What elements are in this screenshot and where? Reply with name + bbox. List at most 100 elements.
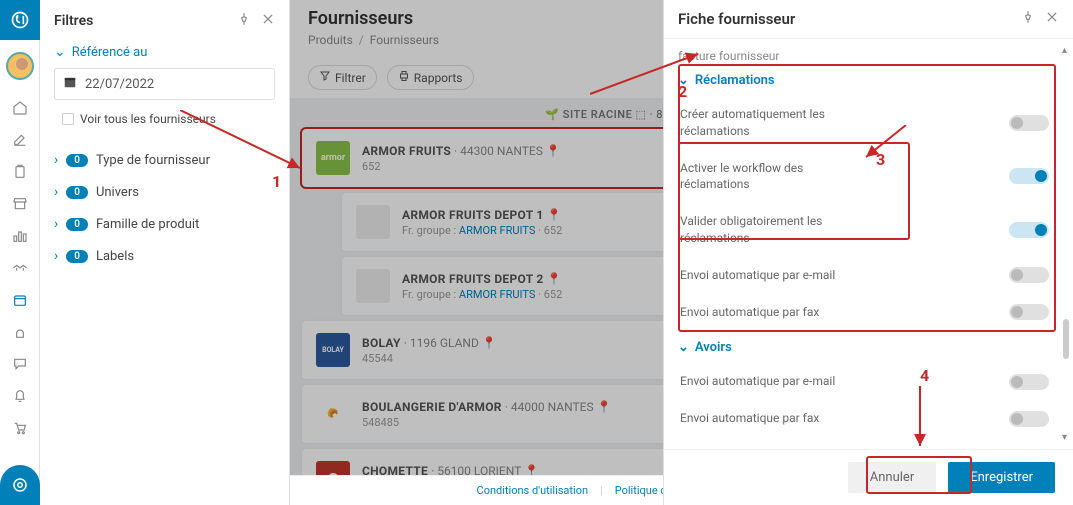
chevron-right-icon: › bbox=[54, 216, 58, 232]
toggle[interactable] bbox=[1009, 222, 1049, 238]
filters-panel: Filtres ⌄ Référencé au 22/07/2022 Voir t… bbox=[40, 0, 290, 505]
footer-terms[interactable]: Conditions d'utilisation bbox=[477, 484, 589, 497]
checkbox-icon bbox=[62, 113, 74, 125]
supplier-name: BOULANGERIE D'ARMOR bbox=[362, 400, 502, 414]
option-row: Créer automatiquement les réclamations bbox=[678, 96, 1051, 150]
filter-button[interactable]: Filtrer bbox=[308, 65, 377, 90]
location-icon: 📍 bbox=[524, 464, 539, 476]
chart-icon[interactable] bbox=[0, 220, 40, 252]
supplier-logo: 🥐 bbox=[316, 397, 350, 431]
section-reclamations[interactable]: ⌄ Réclamations bbox=[678, 73, 1051, 88]
cat-label: Famille de produit bbox=[96, 217, 199, 232]
side-title: Fiche fournisseur bbox=[678, 10, 795, 28]
supplier-name: ARMOR FRUITS DEPOT 1 bbox=[402, 208, 544, 222]
location-icon: 📍 bbox=[547, 272, 562, 286]
option-row: Activer le workflow des réclamations bbox=[678, 150, 1051, 204]
group-prefix: Fr. groupe : bbox=[402, 224, 456, 237]
show-all-checkbox[interactable]: Voir tous les fournisseurs bbox=[62, 112, 275, 126]
supplier-loc: 56100 LORIENT bbox=[437, 464, 521, 476]
supplier-name: BOLAY bbox=[362, 336, 401, 350]
supplier-logo bbox=[356, 269, 390, 303]
avatar[interactable] bbox=[6, 52, 34, 80]
supplier-loc: 44300 NANTES bbox=[460, 144, 543, 158]
referenced-at-label: Référencé au bbox=[72, 45, 148, 60]
chevron-down-icon: ⌄ bbox=[54, 44, 66, 60]
show-all-label: Voir tous les fournisseurs bbox=[80, 112, 216, 126]
scroll-down-icon[interactable]: ▾ bbox=[1062, 432, 1067, 443]
option-label: Envoi automatique par e-mail bbox=[680, 267, 835, 284]
store-icon[interactable] bbox=[0, 188, 40, 220]
toggle[interactable] bbox=[1009, 374, 1049, 390]
chef-icon[interactable] bbox=[0, 316, 40, 348]
option-row: Envoi automatique par e-mail bbox=[678, 363, 1051, 400]
app-logo bbox=[0, 0, 40, 40]
chevron-down-icon: ⌄ bbox=[678, 73, 689, 88]
chevron-down-icon: ⌄ bbox=[678, 340, 689, 355]
option-label: Envoi automatique par fax bbox=[680, 304, 819, 321]
toggle[interactable] bbox=[1009, 411, 1049, 427]
reports-button[interactable]: Rapports bbox=[387, 65, 474, 90]
calendar-icon bbox=[63, 75, 77, 93]
option-row: Envoi automatique par fax bbox=[678, 400, 1051, 437]
count-badge: 0 bbox=[66, 218, 88, 231]
funnel-icon bbox=[319, 70, 331, 85]
supplier-loc: 44000 NANTES bbox=[511, 400, 594, 414]
supplier-name: ARMOR FRUITS bbox=[362, 144, 451, 158]
option-row: Envoi automatique par e-mail bbox=[678, 257, 1051, 294]
home-icon[interactable] bbox=[0, 92, 40, 124]
section-avoirs[interactable]: ⌄ Avoirs bbox=[678, 340, 1051, 355]
filter-cat-labels[interactable]: › 0 Labels bbox=[54, 240, 275, 272]
date-value: 22/07/2022 bbox=[85, 77, 154, 92]
scrollbar[interactable] bbox=[1063, 319, 1069, 359]
filter-cat-type[interactable]: › 0 Type de fournisseur bbox=[54, 144, 275, 176]
filters-title: Filtres bbox=[54, 13, 93, 29]
location-icon: 📍 bbox=[482, 336, 497, 350]
toggle[interactable] bbox=[1009, 168, 1049, 184]
rail-bottom-icon[interactable] bbox=[0, 465, 40, 505]
box-icon[interactable] bbox=[0, 284, 40, 316]
cancel-button[interactable]: Annuler bbox=[848, 462, 936, 493]
toggle[interactable] bbox=[1009, 304, 1049, 320]
cat-label: Univers bbox=[96, 185, 139, 200]
supplier-code: 652 bbox=[544, 288, 563, 301]
handshake-icon[interactable] bbox=[0, 252, 40, 284]
pin-icon[interactable] bbox=[237, 12, 251, 30]
filter-label: Filtrer bbox=[335, 71, 366, 85]
filter-cat-famille[interactable]: › 0 Famille de produit bbox=[54, 208, 275, 240]
location-icon: 📍 bbox=[547, 208, 562, 222]
section-label: Réclamations bbox=[695, 73, 775, 88]
location-icon: 📍 bbox=[597, 400, 612, 414]
chevron-right-icon: › bbox=[54, 184, 58, 200]
crumb-suppliers: Fournisseurs bbox=[370, 33, 439, 47]
print-icon bbox=[398, 70, 410, 85]
cart-icon[interactable] bbox=[0, 412, 40, 444]
clipboard-icon[interactable] bbox=[0, 156, 40, 188]
count-badge: 0 bbox=[66, 154, 88, 167]
prev-section-tail: facture fournisseur bbox=[678, 49, 1051, 63]
option-label: Activer le workflow des réclamations bbox=[680, 160, 860, 194]
pin-icon[interactable] bbox=[1021, 10, 1035, 28]
count-badge: 0 bbox=[66, 250, 88, 263]
toggle[interactable] bbox=[1009, 115, 1049, 131]
filter-section-referenced[interactable]: ⌄ Référencé au bbox=[54, 44, 275, 60]
toggle[interactable] bbox=[1009, 267, 1049, 283]
left-rail bbox=[0, 0, 40, 505]
close-icon[interactable] bbox=[1045, 10, 1059, 28]
save-button[interactable]: Enregistrer bbox=[948, 462, 1055, 493]
bell-icon[interactable] bbox=[0, 380, 40, 412]
date-input[interactable]: 22/07/2022 bbox=[54, 68, 275, 100]
scroll-up-icon[interactable]: ▴ bbox=[1062, 45, 1067, 56]
edit-icon[interactable] bbox=[0, 124, 40, 156]
close-icon[interactable] bbox=[261, 12, 275, 30]
filter-cat-univers[interactable]: › 0 Univers bbox=[54, 176, 275, 208]
crumb-products[interactable]: Produits bbox=[308, 33, 353, 47]
supplier-loc: 1196 GLAND bbox=[410, 336, 479, 350]
section-label: Avoirs bbox=[695, 340, 732, 355]
cat-label: Type de fournisseur bbox=[96, 153, 210, 168]
group-name: ARMOR FRUITS bbox=[459, 224, 535, 237]
message-icon[interactable] bbox=[0, 348, 40, 380]
count-badge: 0 bbox=[66, 186, 88, 199]
option-label: Valider obligatoirement les réclamations bbox=[680, 213, 860, 247]
option-label: Créer automatiquement les réclamations bbox=[680, 106, 860, 140]
group-name: ARMOR FRUITS bbox=[459, 288, 535, 301]
